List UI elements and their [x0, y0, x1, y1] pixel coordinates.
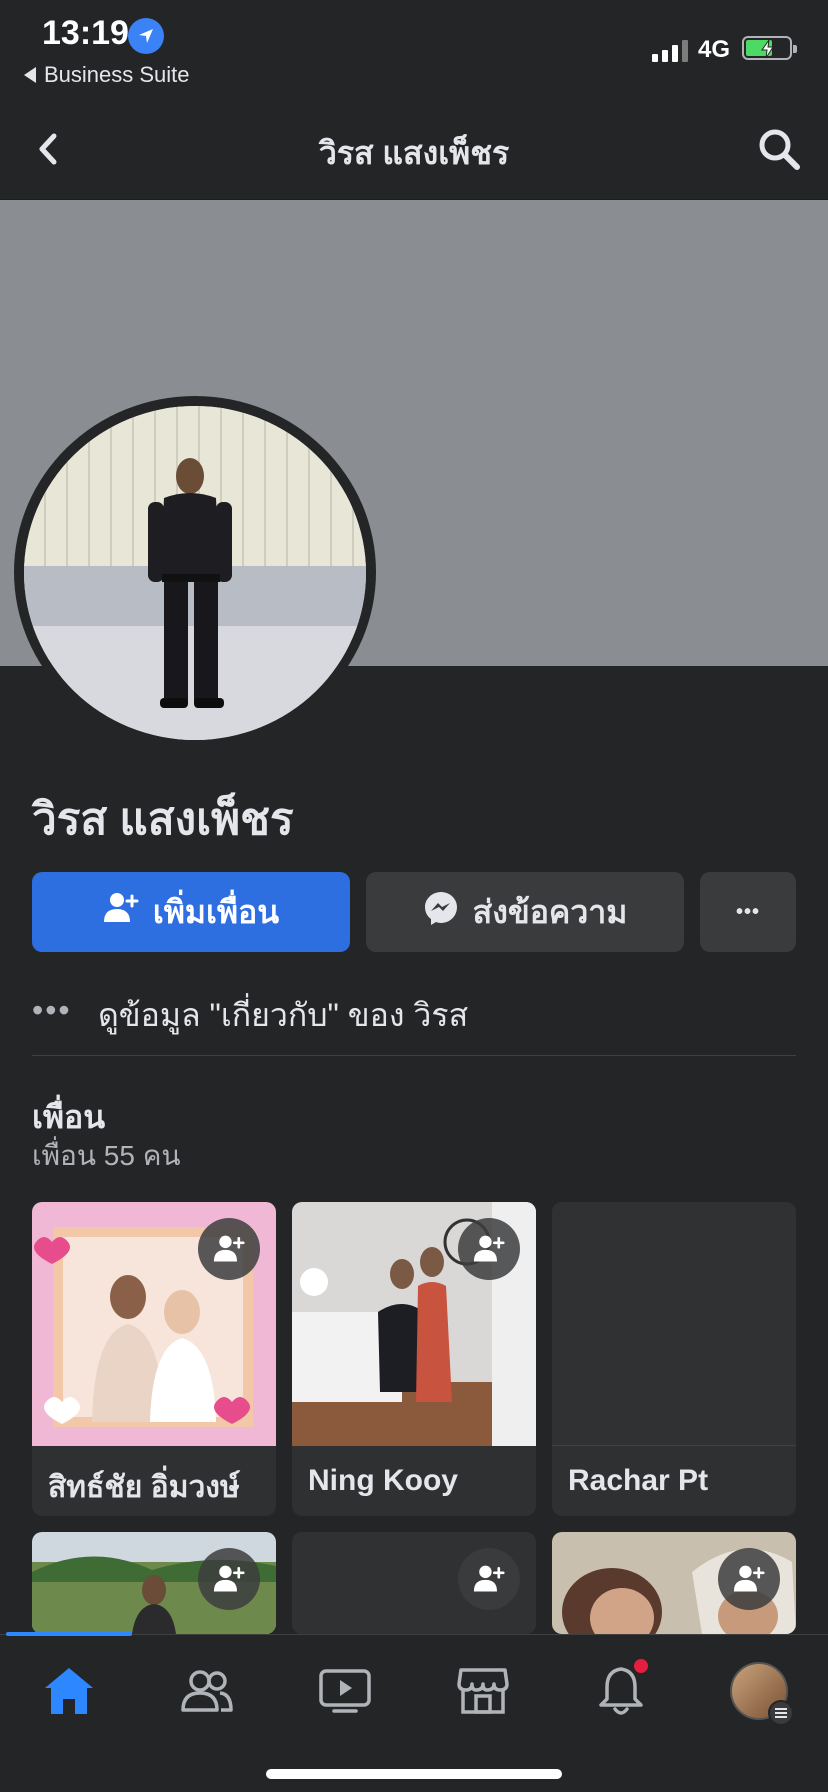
back-to-app-link[interactable]: Business Suite [24, 62, 190, 88]
add-friend-icon[interactable] [718, 1548, 780, 1610]
add-friend-icon[interactable] [458, 1548, 520, 1610]
bottom-tab-bar [0, 1632, 828, 1792]
add-friend-icon[interactable] [198, 1548, 260, 1610]
add-friend-button[interactable]: เพิ่มเพื่อน [32, 872, 350, 952]
message-button[interactable]: ส่งข้อความ [366, 872, 684, 952]
about-info-row[interactable]: ••• ดูข้อมูล "เกี่ยวกับ" ของ วิรส [32, 990, 796, 1056]
network-type: 4G [698, 36, 731, 63]
marketplace-icon[interactable] [448, 1661, 518, 1721]
back-app-label: Business Suite [44, 62, 190, 87]
page-title: วิรส แสงเพ็ชร [318, 135, 510, 171]
back-triangle-icon [24, 67, 36, 83]
friend-name: Rachar Pt [568, 1464, 709, 1497]
active-tab-indicator [6, 1632, 132, 1636]
friend-card[interactable] [552, 1532, 796, 1634]
top-navigation-bar: วิรส แสงเพ็ชร [0, 100, 828, 200]
menu-avatar[interactable] [724, 1661, 794, 1726]
add-friend-icon[interactable] [198, 1218, 260, 1280]
messenger-icon [423, 890, 459, 934]
menu-lines-icon [768, 1700, 794, 1726]
notification-badge [632, 1657, 650, 1675]
add-friend-icon[interactable] [458, 1218, 520, 1280]
friend-card[interactable] [292, 1532, 536, 1634]
profile-picture[interactable] [24, 406, 366, 740]
status-bar: 13:19 Business Suite 4G [0, 0, 828, 100]
search-icon[interactable] [756, 126, 802, 172]
notifications-icon[interactable] [586, 1657, 656, 1721]
profile-name: วิรส แสงเพ็ชร [32, 795, 294, 844]
add-friend-icon [103, 890, 139, 934]
friend-name: Ning Kooy [308, 1464, 458, 1497]
add-friend-label: เพิ่มเพื่อน [152, 893, 280, 930]
friend-name: สิทธ์ชัย อิ่มวงษ์ [48, 1471, 240, 1504]
friend-card[interactable] [32, 1532, 276, 1634]
message-label: ส่งข้อความ [472, 893, 628, 930]
friend-card[interactable]: สิทธ์ชัย อิ่มวงษ์ [32, 1202, 276, 1516]
friends-count: เพื่อน 55 คน [32, 1140, 181, 1171]
home-icon[interactable] [34, 1661, 104, 1721]
more-dots-icon: ••• [735, 900, 760, 923]
friend-card[interactable]: Ning Kooy [292, 1202, 536, 1516]
about-link-text: ดูข้อมูล "เกี่ยวกับ" ของ วิรส [98, 997, 469, 1033]
location-arrow-icon [128, 18, 164, 54]
user-avatar [730, 1662, 794, 1726]
friend-card[interactable]: Rachar Pt [552, 1202, 796, 1516]
cellular-signal-icon [652, 38, 688, 62]
battery-icon [742, 36, 797, 60]
friends-icon[interactable] [172, 1661, 242, 1721]
about-dots-icon: ••• [32, 992, 72, 1028]
home-indicator [266, 1769, 562, 1779]
status-time: 13:19 [42, 14, 129, 52]
friend-photo-placeholder [552, 1202, 796, 1446]
more-options-button[interactable]: ••• [700, 872, 796, 952]
watch-icon[interactable] [310, 1661, 380, 1721]
